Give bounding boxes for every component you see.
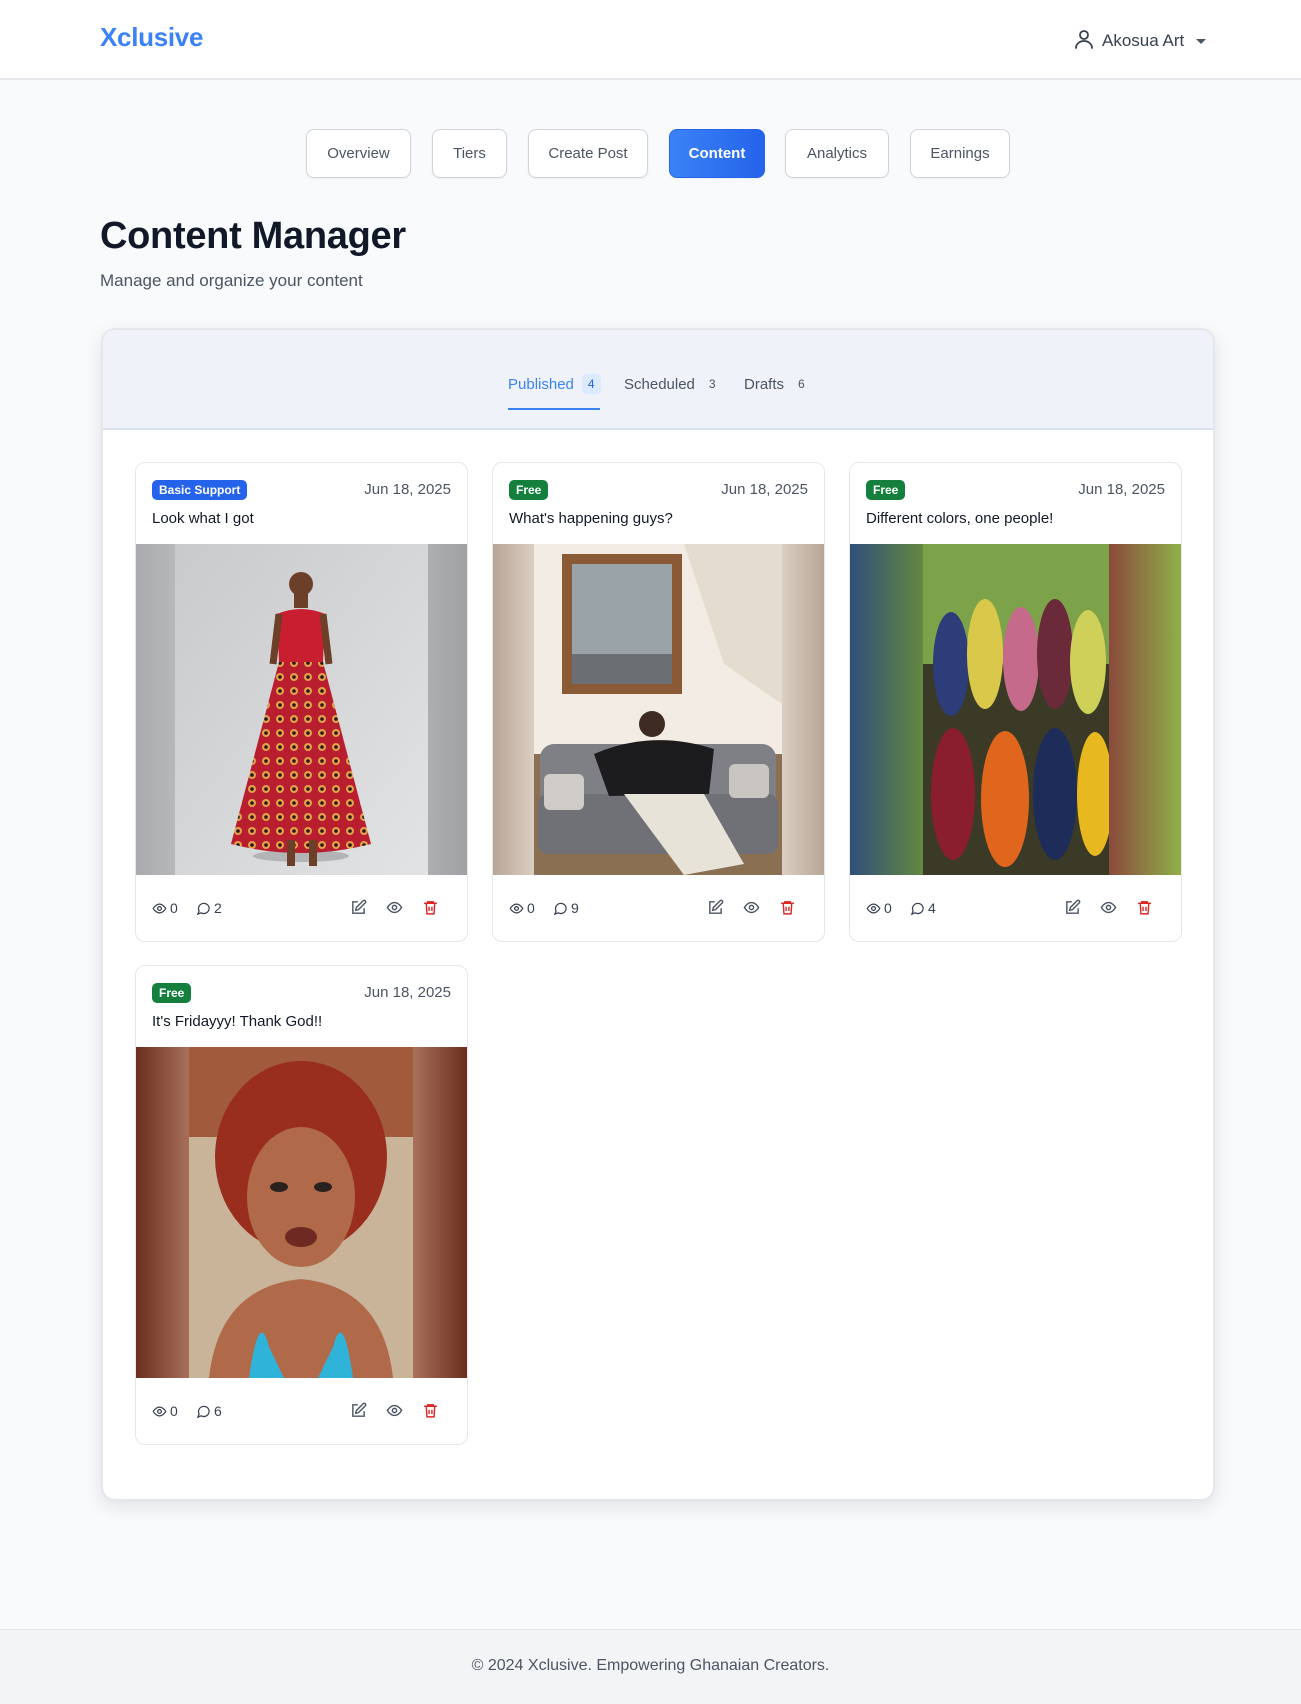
views-stat: 0: [509, 899, 535, 917]
views-count: 0: [884, 900, 892, 916]
tab-drafts[interactable]: Drafts 6: [744, 370, 811, 398]
edit-icon[interactable]: [1062, 897, 1082, 917]
post-caption: What's happening guys?: [509, 510, 673, 527]
post-card-header: Free Jun 18, 2025 What's happening guys?: [493, 463, 824, 544]
preview-eye-icon[interactable]: [741, 897, 761, 917]
post-card-footer: 0 4: [850, 875, 1181, 941]
page-subtitle: Manage and organize your content: [100, 271, 363, 290]
user-menu[interactable]: Akosua Art: [1072, 26, 1207, 56]
views-count: 0: [170, 900, 178, 916]
post-date: Jun 18, 2025: [364, 984, 451, 1001]
comments-count: 6: [214, 1403, 222, 1419]
tab-count-badge: 6: [798, 377, 805, 391]
portrait-photo: [189, 1047, 413, 1378]
comments-stat: 2: [196, 899, 222, 917]
post-caption: Different colors, one people!: [866, 510, 1054, 527]
nav-tiers-button[interactable]: Tiers: [432, 129, 507, 178]
views-stat: 0: [152, 1402, 178, 1420]
post-card-header: Basic Support Jun 18, 2025 Look what I g…: [136, 463, 467, 544]
post-date: Jun 18, 2025: [364, 481, 451, 498]
trash-icon[interactable]: [1134, 897, 1154, 917]
tier-badge: Free: [866, 480, 906, 500]
nav-earnings-button[interactable]: Earnings: [910, 129, 1010, 178]
post-image[interactable]: [850, 544, 1181, 875]
edit-icon[interactable]: [348, 897, 368, 917]
eye-icon: [152, 1405, 167, 1417]
content-panel: Published 4 Scheduled 3 Drafts 6 Basic S…: [101, 328, 1215, 1501]
post-date: Jun 18, 2025: [721, 481, 808, 498]
comment-icon: [910, 902, 924, 915]
tab-label: Scheduled: [624, 375, 695, 393]
post-card-footer: 0 9: [493, 875, 824, 941]
living-room-photo: [534, 544, 782, 875]
comments-count: 9: [571, 900, 579, 916]
tier-badge: Free: [509, 480, 549, 500]
post-image[interactable]: [493, 544, 824, 875]
tab-label: Published: [508, 375, 574, 393]
post-image[interactable]: [136, 1047, 467, 1378]
trash-icon[interactable]: [420, 1400, 440, 1420]
nav-overview-button[interactable]: Overview: [306, 129, 411, 178]
brand-logo[interactable]: Xclusive: [100, 22, 203, 53]
post-card-footer: 0 2: [136, 875, 467, 941]
user-name: Akosua Art: [1102, 31, 1185, 50]
dress-photo: [175, 544, 428, 875]
post-date: Jun 18, 2025: [1078, 481, 1165, 498]
active-tab-indicator: [508, 408, 600, 410]
tab-count-badge: 3: [708, 377, 716, 391]
tab-published[interactable]: Published 4: [508, 370, 601, 398]
corn-photo: [923, 544, 1109, 875]
top-navbar: Xclusive Akosua Art: [0, 0, 1301, 80]
edit-icon[interactable]: [705, 897, 725, 917]
page-title: Content Manager: [100, 215, 406, 257]
views-count: 0: [527, 900, 535, 916]
nav-content-button[interactable]: Content: [669, 129, 765, 178]
post-card: Free Jun 18, 2025 Different colors, one …: [849, 462, 1182, 942]
post-card-footer: 0 6: [136, 1378, 467, 1444]
nav-create-post-button[interactable]: Create Post: [528, 129, 648, 178]
views-count: 0: [170, 1403, 178, 1419]
comments-stat: 6: [196, 1402, 222, 1420]
post-card-header: Free Jun 18, 2025 It's Fridayyy! Thank G…: [136, 966, 467, 1047]
views-stat: 0: [152, 899, 178, 917]
user-icon: [1072, 27, 1096, 56]
post-card-header: Free Jun 18, 2025 Different colors, one …: [850, 463, 1181, 544]
tab-count-badge: 4: [581, 374, 601, 394]
preview-eye-icon[interactable]: [1098, 897, 1118, 917]
post-caption: Look what I got: [152, 510, 254, 527]
tab-label: Drafts: [744, 375, 785, 393]
post-card: Free Jun 18, 2025 What's happening guys?: [492, 462, 825, 942]
tab-scheduled[interactable]: Scheduled 3: [624, 370, 722, 398]
chevron-down-icon: [1196, 38, 1207, 44]
views-stat: 0: [866, 899, 892, 917]
comment-icon: [196, 902, 210, 915]
eye-icon: [152, 902, 167, 914]
eye-icon: [509, 902, 524, 914]
comments-count: 4: [928, 900, 936, 916]
trash-icon[interactable]: [420, 897, 440, 917]
trash-icon[interactable]: [777, 897, 797, 917]
tier-badge: Free: [152, 983, 192, 1003]
nav-analytics-button[interactable]: Analytics: [785, 129, 889, 178]
comments-stat: 4: [910, 899, 936, 917]
comments-stat: 9: [553, 899, 579, 917]
preview-eye-icon[interactable]: [384, 897, 404, 917]
comment-icon: [553, 902, 567, 915]
comment-icon: [196, 1405, 210, 1418]
tier-badge: Basic Support: [152, 480, 248, 500]
edit-icon[interactable]: [348, 1400, 368, 1420]
post-image[interactable]: [136, 544, 467, 875]
post-caption: It's Fridayyy! Thank God!!: [152, 1013, 323, 1030]
comments-count: 2: [214, 900, 222, 916]
content-tabs: Published 4 Scheduled 3 Drafts 6: [103, 330, 1213, 430]
eye-icon: [866, 902, 881, 914]
preview-eye-icon[interactable]: [384, 1400, 404, 1420]
footer-copyright: © 2024 Xclusive. Empowering Ghanaian Cre…: [471, 1657, 830, 1674]
post-card: Basic Support Jun 18, 2025 Look what I g…: [135, 462, 468, 942]
post-card: Free Jun 18, 2025 It's Fridayyy! Thank G…: [135, 965, 468, 1445]
page-footer: © 2024 Xclusive. Empowering Ghanaian Cre…: [0, 1629, 1301, 1704]
